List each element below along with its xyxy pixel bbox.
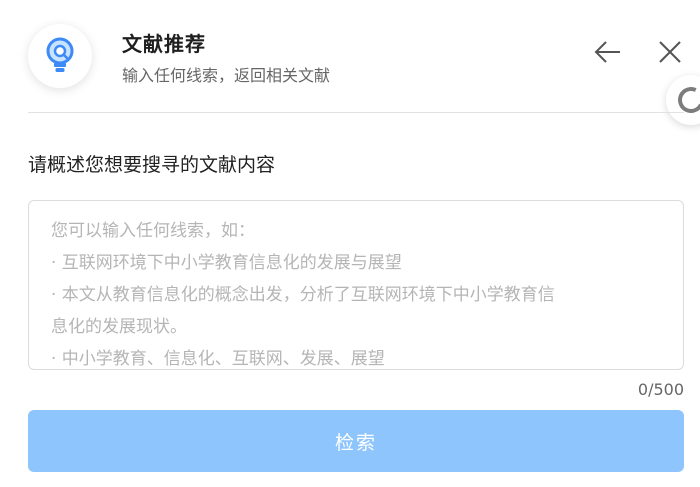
header: 文献推荐 输入任何线索，返回相关文献 bbox=[0, 0, 700, 112]
placeholder-line: 您可以输入任何线索，如： bbox=[51, 221, 255, 241]
header-divider bbox=[28, 112, 684, 113]
char-counter: 0/500 bbox=[637, 380, 684, 399]
close-button[interactable] bbox=[655, 36, 685, 68]
lightbulb-icon bbox=[46, 37, 74, 72]
logo bbox=[28, 24, 92, 88]
placeholder-line: · 本文从教育信息化的概念出发，分析了互联网环境下中小学教育信 bbox=[51, 285, 555, 305]
page-subtitle: 输入任何线索，返回相关文献 bbox=[122, 66, 331, 85]
placeholder-line: · 互联网环境下中小学教育信息化的发展与展望 bbox=[51, 253, 402, 273]
textarea-placeholder: 您可以输入任何线索，如： · 互联网环境下中小学教育信息化的发展与展望 · 本文… bbox=[51, 215, 661, 375]
form-label: 请概述您想要搜寻的文献内容 bbox=[28, 154, 276, 176]
description-textarea[interactable]: 您可以输入任何线索，如： · 互联网环境下中小学教育信息化的发展与展望 · 本文… bbox=[28, 200, 684, 370]
placeholder-line: · 中小学教育、信息化、互联网、发展、展望 bbox=[51, 349, 385, 369]
search-button[interactable]: 检索 bbox=[28, 410, 684, 472]
placeholder-line: 息化的发展现状。 bbox=[51, 317, 187, 337]
close-icon bbox=[659, 41, 681, 63]
back-button[interactable] bbox=[592, 36, 624, 68]
arrow-left-icon bbox=[594, 41, 620, 63]
page-title: 文献推荐 bbox=[122, 32, 206, 56]
